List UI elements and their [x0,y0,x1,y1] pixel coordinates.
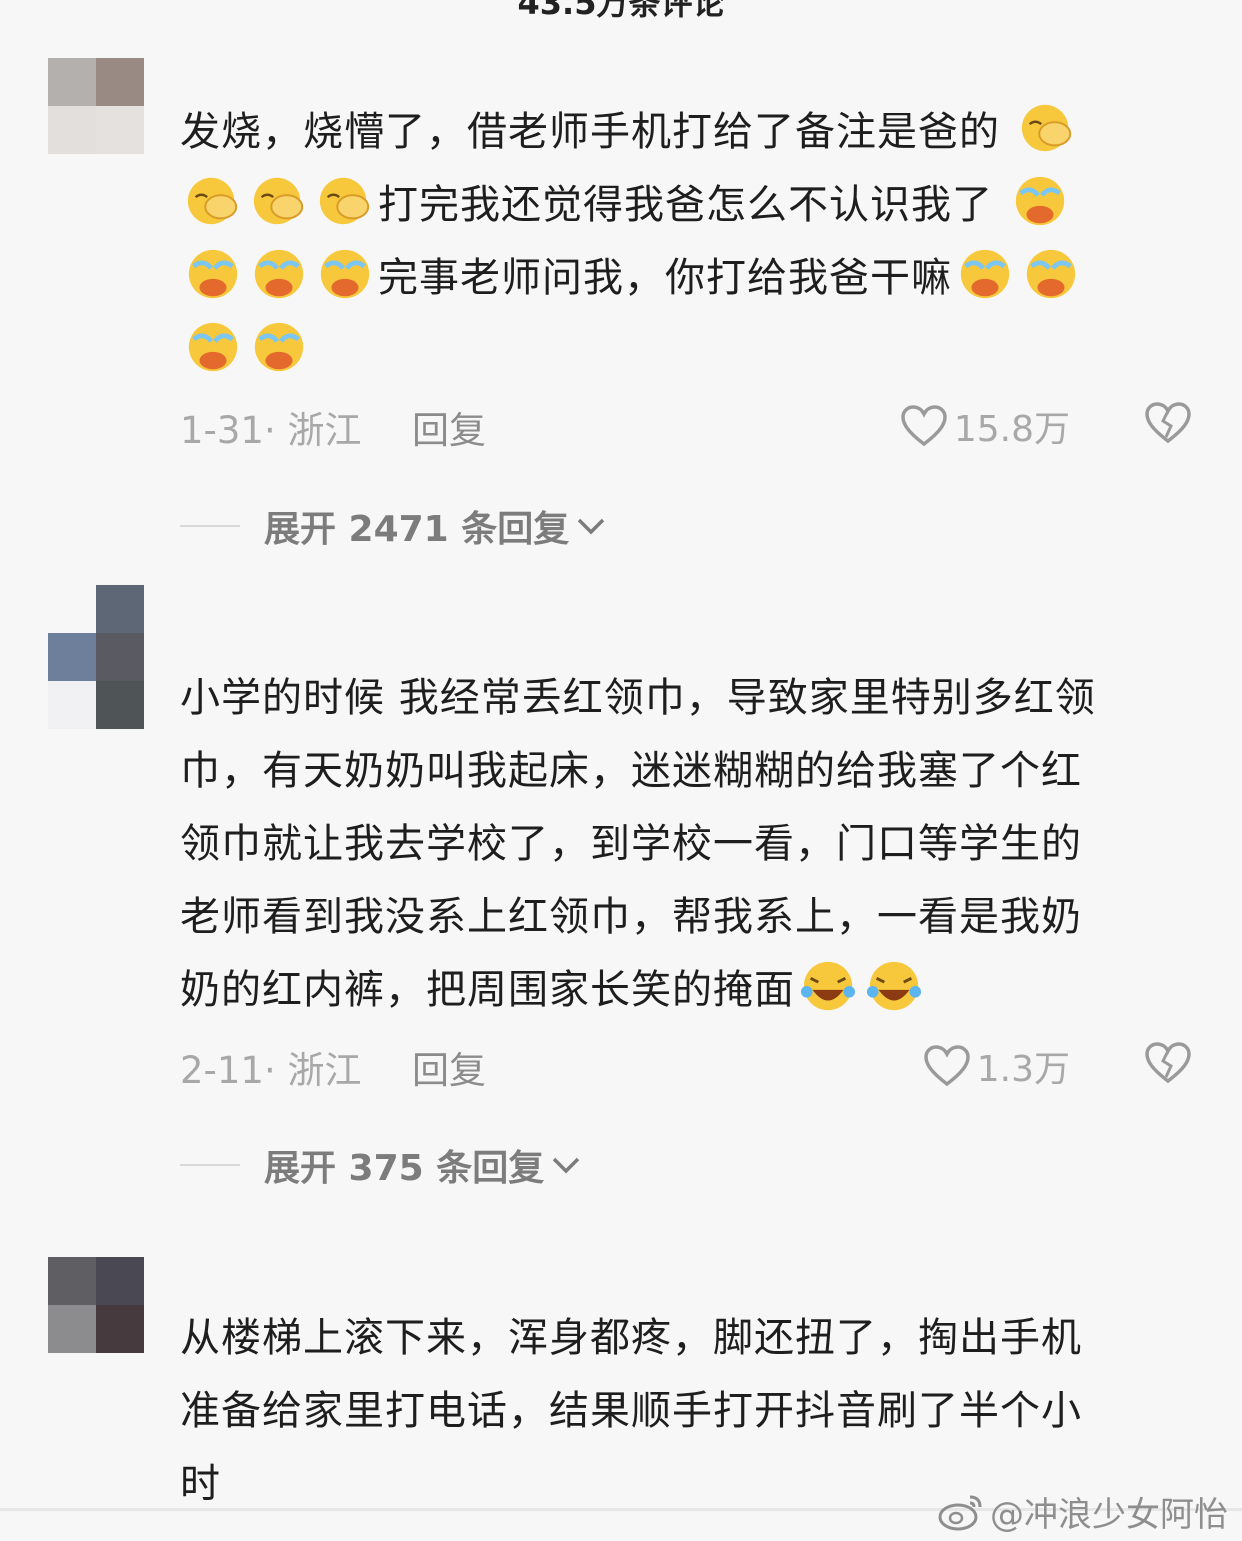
comment-text-line: 从楼梯上滚下来，浑身都疼，脚还扭了，掏出手机 [180,1315,1082,1361]
chevron-down-icon [578,518,605,535]
expand-replies-label: 展开 2471 条回复 [264,509,570,550]
watermark: @冲浪少女阿怡 [936,1486,1228,1536]
comment-count-title: 43.5万条评论 [517,0,725,22]
expand-replies-button[interactable]: 展开 2471 条回复 [180,504,607,550]
like-button[interactable]: 15.8万 [900,400,1070,452]
avatar[interactable] [48,1257,144,1353]
avatar[interactable] [48,58,144,154]
comment-text-line: 发烧，烧懵了，借老师手机打给了备注是爸的 [180,109,1000,155]
username[interactable] [182,62,382,88]
comment-text-line: 小学的时候 我经常丢红领巾，导致家里特别多红领 [180,675,1096,721]
expand-replies-button[interactable]: 展开 375 条回复 [180,1143,582,1189]
username[interactable] [182,1262,382,1288]
username[interactable] [182,600,382,626]
divider [180,1164,240,1166]
crying-emoji [188,322,238,372]
facepalm-emoji [1021,104,1071,152]
like-count: 15.8万 [953,409,1070,450]
reply-button[interactable]: 回复 [412,400,486,454]
comment-meta: 2-11· 浙江 回复 1.3万 [180,1040,1200,1092]
comment-date-location: 1-31· 浙江 [180,409,362,452]
crying-emoji [1015,176,1064,226]
like-count: 1.3万 [976,1049,1070,1090]
facepalm-emoji [319,177,370,225]
comment-text-line: 时 [180,1461,221,1507]
comment-body: 小学的时候 我经常丢红领巾，导致家里特别多红领 巾，有天奶奶叫我起床，迷迷糊糊的… [180,662,1190,1027]
comment-text-line: 奶的红内裤，把周围家长笑的掩面 [180,967,795,1013]
comment-text-line: 完事老师问我，你打给我爸干嘛 [378,255,952,301]
divider [180,525,240,527]
expand-replies-label: 展开 375 条回复 [264,1148,545,1189]
facepalm-emoji [253,177,304,225]
comment-meta: 1-31· 浙江 回复 15.8万 [180,400,1200,452]
comment-body: 发烧，烧懵了，借老师手机打给了备注是爸的 打完我还觉得我爸怎么不认识我了 完事老… [180,96,1190,388]
crying-emoji [254,249,304,299]
watermark-text: @冲浪少女阿怡 [990,1494,1228,1535]
heart-icon [923,1045,970,1087]
broken-heart-icon[interactable] [1144,1040,1192,1086]
crying-emoji [254,322,304,372]
heart-icon [901,405,947,447]
broken-heart-icon[interactable] [1144,400,1192,446]
laughing-crying-emoji [866,961,922,1011]
comment-text-line: 巾，有天奶奶叫我起床，迷迷糊糊的给我塞了个红 [180,748,1082,794]
weibo-logo-icon [938,1495,982,1531]
like-button[interactable]: 1.3万 [923,1040,1070,1092]
avatar[interactable] [48,585,144,729]
comment-text-line: 领巾就让我去学校了，到学校一看，门口等学生的 [180,821,1082,867]
crying-emoji [1026,249,1076,299]
laughing-crying-emoji [800,961,856,1011]
chevron-down-icon [552,1157,580,1174]
crying-emoji [960,249,1010,299]
facepalm-emoji [187,177,238,225]
comment-text-line: 打完我还觉得我爸怎么不认识我了 [378,182,993,228]
comment-text-line: 准备给家里打电话，结果顺手打开抖音刷了半个小 [180,1388,1082,1434]
comment-text-line: 老师看到我没系上红领巾，帮我系上，一看是我奶 [180,894,1082,940]
reply-button[interactable]: 回复 [412,1040,486,1094]
crying-emoji [320,249,370,299]
crying-emoji [188,249,238,299]
comment-date-location: 2-11· 浙江 [180,1049,362,1092]
